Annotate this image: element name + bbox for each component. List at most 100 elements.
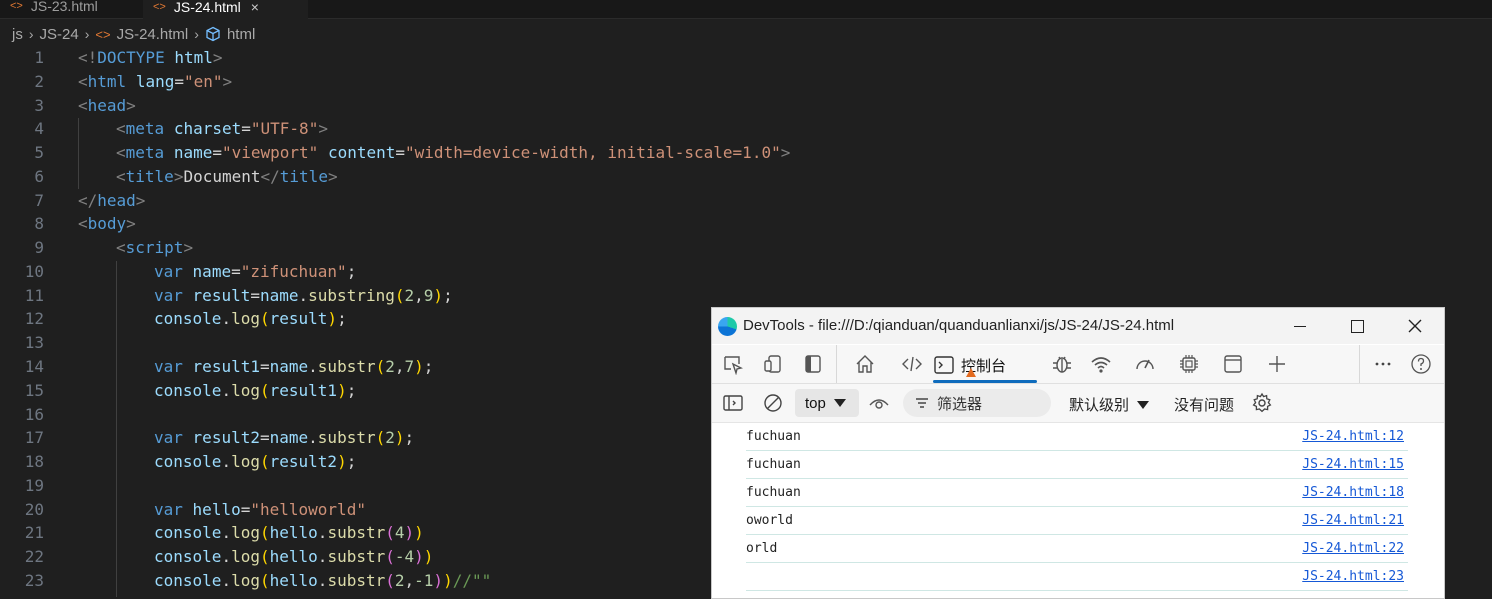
console-message: fuchuan JS-24.html:12 bbox=[746, 423, 1408, 451]
console-messages: fuchuan JS-24.html:12 fuchuan JS-24.html… bbox=[712, 423, 1444, 598]
message-source-link[interactable]: JS-24.html:15 bbox=[1302, 457, 1404, 472]
eye-icon bbox=[869, 399, 889, 409]
message-source-link[interactable]: JS-24.html:18 bbox=[1302, 485, 1404, 500]
code-line: 2 <html lang="en"> bbox=[0, 70, 1492, 94]
breadcrumb-item-folder[interactable]: JS-24 bbox=[40, 26, 79, 43]
code-text: console.log(result2); bbox=[154, 452, 357, 471]
code-text: console.log(result1); bbox=[154, 381, 357, 400]
issues-counter[interactable]: 没有问题 bbox=[1174, 394, 1234, 415]
close-window-button[interactable] bbox=[1392, 311, 1438, 341]
line-number: 21 bbox=[24, 523, 44, 542]
help-button[interactable] bbox=[1406, 350, 1436, 378]
active-tab-indicator bbox=[933, 380, 1037, 383]
console-message: orld JS-24.html:22 bbox=[746, 535, 1408, 563]
line-number: 7 bbox=[34, 191, 44, 210]
tab-console[interactable]: 控制台 bbox=[933, 350, 1037, 383]
minimize-button[interactable] bbox=[1277, 311, 1323, 341]
live-expression-button[interactable] bbox=[864, 389, 894, 417]
line-number: 18 bbox=[24, 452, 44, 471]
line-number: 23 bbox=[24, 571, 44, 590]
console-icon bbox=[934, 356, 954, 374]
message-text: orld bbox=[746, 541, 778, 556]
maximize-icon bbox=[1350, 319, 1364, 333]
sources-bug-icon bbox=[1053, 356, 1071, 373]
code-text: <head> bbox=[78, 96, 136, 115]
add-icon bbox=[1269, 356, 1285, 372]
code-line: 9 <script> bbox=[0, 236, 1492, 260]
console-settings-button[interactable] bbox=[1247, 389, 1277, 417]
code-text: console.log(result); bbox=[154, 309, 347, 328]
filter-input[interactable]: 筛选器 bbox=[903, 389, 1051, 417]
performance-icon bbox=[1136, 359, 1154, 370]
edge-logo-icon bbox=[718, 317, 737, 336]
memory-icon bbox=[1180, 355, 1198, 373]
code-text: var result2=name.substr(2); bbox=[154, 428, 415, 447]
line-number: 3 bbox=[34, 96, 44, 115]
sources-tab[interactable] bbox=[1047, 350, 1077, 378]
message-source-link[interactable]: JS-24.html:22 bbox=[1302, 541, 1404, 556]
code-text: <title>Document</title> bbox=[116, 167, 338, 186]
sidebar-icon bbox=[723, 395, 743, 411]
message-source-link[interactable]: JS-24.html:23 bbox=[1302, 569, 1404, 584]
message-text: fuchuan bbox=[746, 485, 801, 500]
chevron-right-icon: › bbox=[84, 26, 90, 42]
elements-icon bbox=[902, 356, 922, 372]
sidebar-icon bbox=[805, 355, 821, 373]
performance-tab[interactable] bbox=[1130, 350, 1160, 378]
tab-js-24[interactable]: <> JS-24.html × bbox=[143, 0, 308, 19]
tab-label: JS-23.html bbox=[30, 0, 98, 14]
code-text: <!DOCTYPE html> bbox=[78, 48, 223, 67]
console-message: oworld JS-24.html:21 bbox=[746, 507, 1408, 535]
context-selector[interactable]: top bbox=[795, 389, 859, 417]
console-message: fuchuan JS-24.html:15 bbox=[746, 451, 1408, 479]
code-text: console.log(hello.substr(2,-1))//"" bbox=[154, 571, 492, 590]
console-sidebar-button[interactable] bbox=[718, 389, 748, 417]
html-file-icon: <> bbox=[153, 1, 166, 13]
cube-icon bbox=[206, 26, 220, 42]
breadcrumb-item-js[interactable]: js bbox=[12, 26, 23, 43]
close-icon[interactable]: × bbox=[251, 0, 259, 15]
code-text: var result1=name.substr(2,7); bbox=[154, 357, 434, 376]
application-tab[interactable] bbox=[1218, 350, 1248, 378]
code-text: <html lang="en"> bbox=[78, 72, 233, 91]
inspect-button[interactable] bbox=[718, 350, 748, 378]
network-tab[interactable] bbox=[1086, 350, 1116, 378]
message-text: fuchuan bbox=[746, 429, 801, 444]
breadcrumb-item-symbol[interactable]: html bbox=[227, 26, 255, 43]
line-number: 17 bbox=[24, 428, 44, 447]
tab-label: JS-24.html bbox=[173, 0, 241, 15]
html-file-icon: <> bbox=[10, 0, 23, 12]
log-levels-dropdown[interactable]: 默认级别 bbox=[1069, 394, 1150, 415]
toggle-sidebar-button[interactable] bbox=[798, 350, 828, 378]
code-line: 3 <head> bbox=[0, 94, 1492, 118]
memory-tab[interactable] bbox=[1174, 350, 1204, 378]
warning-icon bbox=[966, 368, 976, 377]
code-line: 10 var name="zifuchuan"; bbox=[0, 260, 1492, 284]
code-line: 5 <meta name="viewport" content="width=de… bbox=[0, 141, 1492, 165]
welcome-tab[interactable] bbox=[850, 350, 880, 378]
maximize-button[interactable] bbox=[1334, 311, 1380, 341]
clear-console-button[interactable] bbox=[758, 389, 788, 417]
customize-menu-button[interactable] bbox=[1368, 350, 1398, 378]
toolbar-divider bbox=[836, 345, 837, 383]
line-number: 12 bbox=[24, 309, 44, 328]
message-source-link[interactable]: JS-24.html:12 bbox=[1302, 429, 1404, 444]
help-icon bbox=[1411, 354, 1431, 374]
code-text: <script> bbox=[116, 238, 194, 257]
device-emulation-button[interactable] bbox=[758, 350, 788, 378]
context-value: top bbox=[805, 394, 826, 412]
dropdown-icon bbox=[833, 399, 846, 407]
message-source-link[interactable]: JS-24.html:21 bbox=[1302, 513, 1404, 528]
minimize-icon bbox=[1294, 325, 1306, 327]
network-icon bbox=[1091, 357, 1111, 373]
code-text: <body> bbox=[78, 214, 136, 233]
application-icon bbox=[1224, 355, 1242, 373]
code-text: <meta name="viewport" content="width=dev… bbox=[116, 143, 791, 162]
breadcrumb-item-file[interactable]: JS-24.html bbox=[117, 26, 189, 43]
more-tools-button[interactable] bbox=[1262, 350, 1292, 378]
elements-tab[interactable] bbox=[897, 350, 927, 378]
inspect-icon bbox=[724, 356, 744, 375]
devtools-titlebar[interactable]: DevTools - file:///D:/qianduan/quanduanl… bbox=[712, 308, 1444, 344]
tab-js-23[interactable]: <> JS-23.html bbox=[0, 0, 140, 18]
clear-console-icon bbox=[764, 394, 782, 412]
